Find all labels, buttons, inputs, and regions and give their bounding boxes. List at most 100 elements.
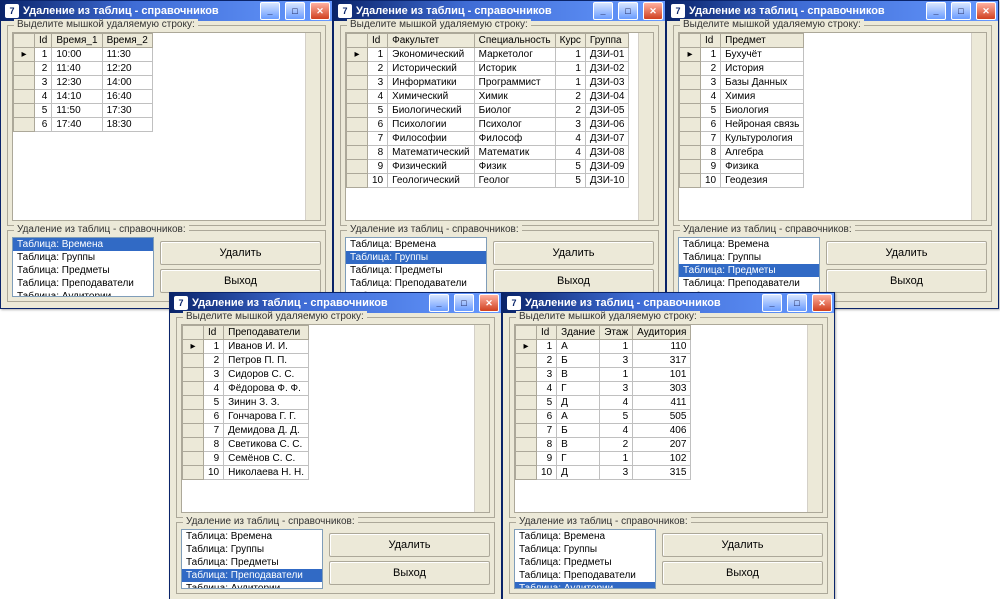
maximize-button[interactable]: □ bbox=[454, 294, 474, 312]
table-row[interactable]: 9ФизическийФизик5ДЗИ-09 bbox=[347, 160, 629, 174]
cell[interactable]: ДЗИ-09 bbox=[585, 160, 628, 174]
titlebar[interactable]: 7Удаление из таблиц - справочников_□✕ bbox=[1, 1, 332, 21]
cell[interactable]: 9 bbox=[701, 160, 721, 174]
listbox-item[interactable]: Таблица: Времена bbox=[346, 238, 486, 251]
cell[interactable]: 4 bbox=[555, 132, 585, 146]
cell[interactable]: 3 bbox=[368, 76, 388, 90]
cell[interactable]: 1 bbox=[555, 62, 585, 76]
table-row[interactable]: 4Фёдорова Ф. Ф. bbox=[183, 382, 309, 396]
cell[interactable]: 411 bbox=[633, 396, 691, 410]
cell[interactable]: 9 bbox=[537, 452, 557, 466]
cell[interactable]: Историк bbox=[474, 62, 555, 76]
cell[interactable]: 5 bbox=[35, 104, 52, 118]
table-row[interactable]: 6Гончарова Г. Г. bbox=[183, 410, 309, 424]
delete-button[interactable]: Удалить bbox=[662, 533, 823, 557]
table-row[interactable]: 312:3014:00 bbox=[14, 76, 153, 90]
close-button[interactable]: ✕ bbox=[812, 294, 832, 312]
cell[interactable]: 7 bbox=[368, 132, 388, 146]
table-row[interactable]: 7ФилософииФилософ4ДЗИ-07 bbox=[347, 132, 629, 146]
cell[interactable]: 7 bbox=[204, 424, 224, 438]
cell[interactable]: Б bbox=[557, 424, 600, 438]
cell[interactable]: 1 bbox=[701, 48, 721, 62]
cell[interactable]: 7 bbox=[537, 424, 557, 438]
cell[interactable]: Биолог bbox=[474, 104, 555, 118]
cell[interactable]: 11:30 bbox=[102, 48, 152, 62]
cell[interactable]: Биологический bbox=[388, 104, 475, 118]
cell[interactable]: 4 bbox=[537, 382, 557, 396]
cell[interactable]: 6 bbox=[35, 118, 52, 132]
data-grid[interactable]: IdЗданиеЭтажАудитория▸1А11102Б33173В1101… bbox=[514, 324, 823, 513]
minimize-button[interactable]: _ bbox=[926, 2, 946, 20]
table-row[interactable]: 2ИсторическийИсторик1ДЗИ-02 bbox=[347, 62, 629, 76]
close-button[interactable]: ✕ bbox=[976, 2, 996, 20]
maximize-button[interactable]: □ bbox=[285, 2, 305, 20]
exit-button[interactable]: Выход bbox=[329, 561, 490, 585]
cell[interactable]: 8 bbox=[204, 438, 224, 452]
table-row[interactable]: 6Нейроная связь bbox=[680, 118, 804, 132]
cell[interactable]: Б bbox=[557, 354, 600, 368]
column-header[interactable]: Предмет bbox=[721, 34, 804, 48]
cell[interactable]: Геологический bbox=[388, 174, 475, 188]
cell[interactable]: Математик bbox=[474, 146, 555, 160]
listbox-item[interactable]: Таблица: Группы bbox=[515, 543, 655, 556]
cell[interactable]: Информатики bbox=[388, 76, 475, 90]
listbox-item[interactable]: Таблица: Преподаватели bbox=[13, 277, 153, 290]
cell[interactable]: 4 bbox=[368, 90, 388, 104]
column-header[interactable]: Группа bbox=[585, 34, 628, 48]
table-row[interactable]: 5Зинин З. З. bbox=[183, 396, 309, 410]
cell[interactable]: 2 bbox=[555, 90, 585, 104]
minimize-button[interactable]: _ bbox=[429, 294, 449, 312]
cell[interactable]: 1 bbox=[600, 452, 633, 466]
table-row[interactable]: 5БиологическийБиолог2ДЗИ-05 bbox=[347, 104, 629, 118]
titlebar[interactable]: 7Удаление из таблиц - справочников_□✕ bbox=[503, 293, 834, 313]
cell[interactable]: 16:40 bbox=[102, 90, 152, 104]
cell[interactable]: 12:20 bbox=[102, 62, 152, 76]
table-row[interactable]: 414:1016:40 bbox=[14, 90, 153, 104]
exit-button[interactable]: Выход bbox=[826, 269, 987, 293]
column-header[interactable]: Преподаватели bbox=[224, 326, 309, 340]
cell[interactable]: 102 bbox=[633, 452, 691, 466]
cell[interactable]: 3 bbox=[600, 382, 633, 396]
cell[interactable]: ДЗИ-03 bbox=[585, 76, 628, 90]
minimize-button[interactable]: _ bbox=[593, 2, 613, 20]
listbox-item[interactable]: Таблица: Группы bbox=[13, 251, 153, 264]
column-header[interactable]: Курс bbox=[555, 34, 585, 48]
cell[interactable]: Маркетолог bbox=[474, 48, 555, 62]
table-row[interactable]: 7Б4406 bbox=[516, 424, 691, 438]
cell[interactable]: 5 bbox=[537, 396, 557, 410]
table-row[interactable]: 4ХимическийХимик2ДЗИ-04 bbox=[347, 90, 629, 104]
cell[interactable]: А bbox=[557, 410, 600, 424]
listbox-item[interactable]: Таблица: Времена bbox=[13, 238, 153, 251]
delete-button[interactable]: Удалить bbox=[329, 533, 490, 557]
table-row[interactable]: 8Алгебра bbox=[680, 146, 804, 160]
cell[interactable]: Г bbox=[557, 452, 600, 466]
listbox-item[interactable]: Таблица: Преподаватели bbox=[679, 277, 819, 290]
exit-button[interactable]: Выход bbox=[493, 269, 654, 293]
cell[interactable]: 5 bbox=[600, 410, 633, 424]
cell[interactable]: Иванов И. И. bbox=[224, 340, 309, 354]
column-header[interactable]: Специальность bbox=[474, 34, 555, 48]
cell[interactable]: 4 bbox=[204, 382, 224, 396]
column-header[interactable]: Аудитория bbox=[633, 326, 691, 340]
table-row[interactable]: 5Д4411 bbox=[516, 396, 691, 410]
cell[interactable]: 7 bbox=[701, 132, 721, 146]
exit-button[interactable]: Выход bbox=[662, 561, 823, 585]
cell[interactable]: 12:30 bbox=[52, 76, 102, 90]
column-header[interactable]: Id bbox=[701, 34, 721, 48]
cell[interactable]: ДЗИ-10 bbox=[585, 174, 628, 188]
cell[interactable]: Петров П. П. bbox=[224, 354, 309, 368]
cell[interactable]: 5 bbox=[368, 104, 388, 118]
cell[interactable]: 505 bbox=[633, 410, 691, 424]
table-row[interactable]: ▸110:0011:30 bbox=[14, 48, 153, 62]
cell[interactable]: В bbox=[557, 438, 600, 452]
cell[interactable]: Нейроная связь bbox=[721, 118, 804, 132]
cell[interactable]: 5 bbox=[555, 174, 585, 188]
table-row[interactable]: 5Биология bbox=[680, 104, 804, 118]
column-header[interactable]: Здание bbox=[557, 326, 600, 340]
cell[interactable]: ДЗИ-02 bbox=[585, 62, 628, 76]
table-row[interactable]: 9Семёнов С. С. bbox=[183, 452, 309, 466]
table-row[interactable]: ▸1Иванов И. И. bbox=[183, 340, 309, 354]
listbox-item[interactable]: Таблица: Группы bbox=[346, 251, 486, 264]
listbox-item[interactable]: Таблица: Преподаватели bbox=[515, 569, 655, 582]
cell[interactable]: 14:10 bbox=[52, 90, 102, 104]
